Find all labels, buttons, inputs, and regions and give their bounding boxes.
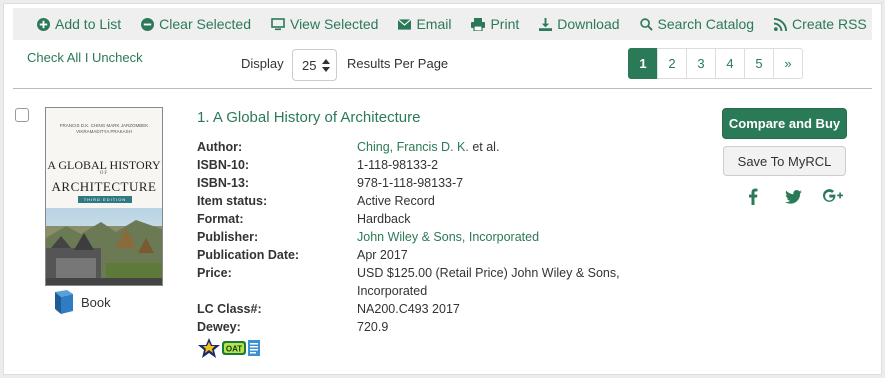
dewey-label: Dewey: bbox=[197, 320, 241, 334]
view-selected-label: View Selected bbox=[289, 16, 379, 32]
page-1-button[interactable]: 1 bbox=[628, 48, 658, 79]
googleplus-share[interactable] bbox=[813, 189, 853, 204]
publisher-row: Publisher: John Wiley & Sons, Incorporat… bbox=[197, 228, 632, 246]
twitter-icon bbox=[784, 189, 802, 204]
isbn10-row: ISBN-10: 1-118-98133-2 bbox=[197, 156, 632, 174]
author-row: Author: Ching, Francis D. K. et al. bbox=[197, 138, 632, 156]
price-value: USD $125.00 (Retail Price) John Wiley & … bbox=[357, 266, 620, 298]
add-to-list-label: Add to List bbox=[55, 16, 122, 32]
pubdate-row: Publication Date: Apr 2017 bbox=[197, 246, 632, 264]
per-page-value: 25 bbox=[302, 57, 317, 73]
pubdate-label: Publication Date: bbox=[197, 248, 300, 262]
results-per-page-label: Results Per Page bbox=[347, 56, 449, 71]
plus-circle-icon bbox=[37, 17, 50, 31]
isbn13-row: ISBN-13: 978-1-118-98133-7 bbox=[197, 174, 632, 192]
record-details: Author: Ching, Francis D. K. et al. ISBN… bbox=[197, 138, 632, 336]
results-toolbar: Add to List Clear Selected View Selected… bbox=[13, 8, 872, 40]
publisher-label: Publisher: bbox=[197, 230, 259, 244]
envelope-icon bbox=[398, 18, 412, 30]
lc-class-value: NA200.C493 2017 bbox=[357, 302, 460, 316]
clear-selected-button[interactable]: Clear Selected bbox=[141, 16, 251, 32]
pagination: 1 2 3 4 5 » bbox=[628, 48, 803, 79]
check-all-link[interactable]: Check All bbox=[27, 50, 81, 65]
download-icon bbox=[539, 17, 553, 31]
isbn13-value: 978-1-118-98133-7 bbox=[357, 176, 464, 190]
document-icon bbox=[248, 340, 260, 356]
cover-photo bbox=[46, 208, 162, 285]
compare-and-buy-button[interactable]: Compare and Buy bbox=[722, 108, 847, 139]
record-badges: OAT bbox=[198, 338, 260, 358]
rss-icon bbox=[774, 17, 788, 31]
format-label: Book bbox=[81, 294, 111, 310]
isbn10-value: 1-118-98133-2 bbox=[357, 158, 439, 172]
facebook-share[interactable] bbox=[733, 188, 773, 205]
item-status-value: Active Record bbox=[357, 194, 435, 208]
publisher-link[interactable]: John Wiley & Sons, Incorporated bbox=[357, 230, 539, 244]
price-label: Price: bbox=[197, 266, 232, 280]
cover-title-of: OF bbox=[99, 171, 109, 176]
download-label: Download bbox=[557, 16, 620, 32]
next-page-button[interactable]: » bbox=[773, 48, 803, 79]
page-3-button[interactable]: 3 bbox=[686, 48, 716, 79]
author-link[interactable]: Ching, Francis D. K. bbox=[357, 140, 469, 154]
select-arrows-icon bbox=[322, 59, 330, 72]
oat-badge-icon: OAT bbox=[222, 341, 246, 355]
cover-title-line2: ARCHITECTURE bbox=[51, 179, 157, 194]
printer-icon bbox=[471, 17, 486, 31]
format-indicator: Book bbox=[53, 290, 111, 314]
twitter-share[interactable] bbox=[773, 189, 813, 204]
star-badge-icon bbox=[198, 338, 220, 358]
format-value: Hardback bbox=[357, 212, 411, 226]
google-plus-icon bbox=[823, 189, 843, 202]
create-rss-button[interactable]: Create RSS bbox=[774, 16, 867, 32]
dewey-row: Dewey: 720.9 bbox=[197, 318, 632, 336]
cover-authors: FRANCIS D.K. CHING MARK JARZOMBEK VIKRAM… bbox=[59, 123, 149, 134]
monitor-icon bbox=[271, 17, 285, 30]
author-suffix: et al. bbox=[468, 140, 500, 154]
email-label: Email bbox=[416, 16, 452, 32]
book-icon bbox=[55, 290, 73, 314]
isbn10-label: ISBN-10: bbox=[197, 158, 250, 172]
check-separator: I bbox=[81, 50, 93, 65]
oat-badge-label: OAT bbox=[226, 345, 242, 354]
minus-circle-icon bbox=[141, 17, 155, 31]
download-button[interactable]: Download bbox=[539, 16, 620, 32]
record-title-link[interactable]: 1. A Global History of Architecture bbox=[197, 109, 420, 126]
view-selected-button[interactable]: View Selected bbox=[271, 16, 378, 32]
format-row: Format: Hardback bbox=[197, 210, 632, 228]
item-status-row: Item status: Active Record bbox=[197, 192, 632, 210]
price-row: Price: USD $125.00 (Retail Price) John W… bbox=[197, 264, 632, 300]
add-to-list-button[interactable]: Add to List bbox=[37, 16, 121, 32]
uncheck-link[interactable]: Uncheck bbox=[92, 50, 143, 65]
dewey-value: 720.9 bbox=[357, 320, 389, 334]
pubdate-value: Apr 2017 bbox=[357, 248, 408, 262]
author-label: Author: bbox=[197, 140, 243, 154]
print-label: Print bbox=[490, 16, 520, 32]
lc-class-row: LC Class#: NA200.C493 2017 bbox=[197, 300, 632, 318]
social-share bbox=[733, 188, 853, 205]
page-4-button[interactable]: 4 bbox=[715, 48, 745, 79]
save-to-myrcl-button[interactable]: Save To MyRCL bbox=[723, 146, 846, 176]
print-button[interactable]: Print bbox=[471, 16, 519, 32]
item-status-label: Item status: bbox=[197, 194, 268, 208]
email-button[interactable]: Email bbox=[398, 16, 451, 32]
per-page-select[interactable]: 25 bbox=[292, 49, 337, 81]
search-icon bbox=[639, 17, 653, 31]
create-rss-label: Create RSS bbox=[792, 16, 867, 32]
cover-edition: THIRD EDITION bbox=[78, 196, 132, 203]
search-catalog-button[interactable]: Search Catalog bbox=[639, 16, 755, 32]
check-links: Check All I Uncheck bbox=[27, 50, 143, 65]
search-catalog-label: Search Catalog bbox=[657, 16, 755, 32]
lc-class-label: LC Class#: bbox=[197, 302, 262, 316]
isbn13-label: ISBN-13: bbox=[197, 176, 250, 190]
book-cover-image[interactable]: FRANCIS D.K. CHING MARK JARZOMBEK VIKRAM… bbox=[45, 107, 163, 286]
page-2-button[interactable]: 2 bbox=[657, 48, 687, 79]
clear-selected-label: Clear Selected bbox=[159, 16, 251, 32]
display-label: Display bbox=[241, 56, 284, 71]
record-select-checkbox[interactable] bbox=[15, 108, 29, 122]
divider bbox=[13, 88, 872, 89]
format-field-label: Format: bbox=[197, 212, 244, 226]
facebook-icon bbox=[749, 188, 758, 205]
page-5-button[interactable]: 5 bbox=[744, 48, 774, 79]
